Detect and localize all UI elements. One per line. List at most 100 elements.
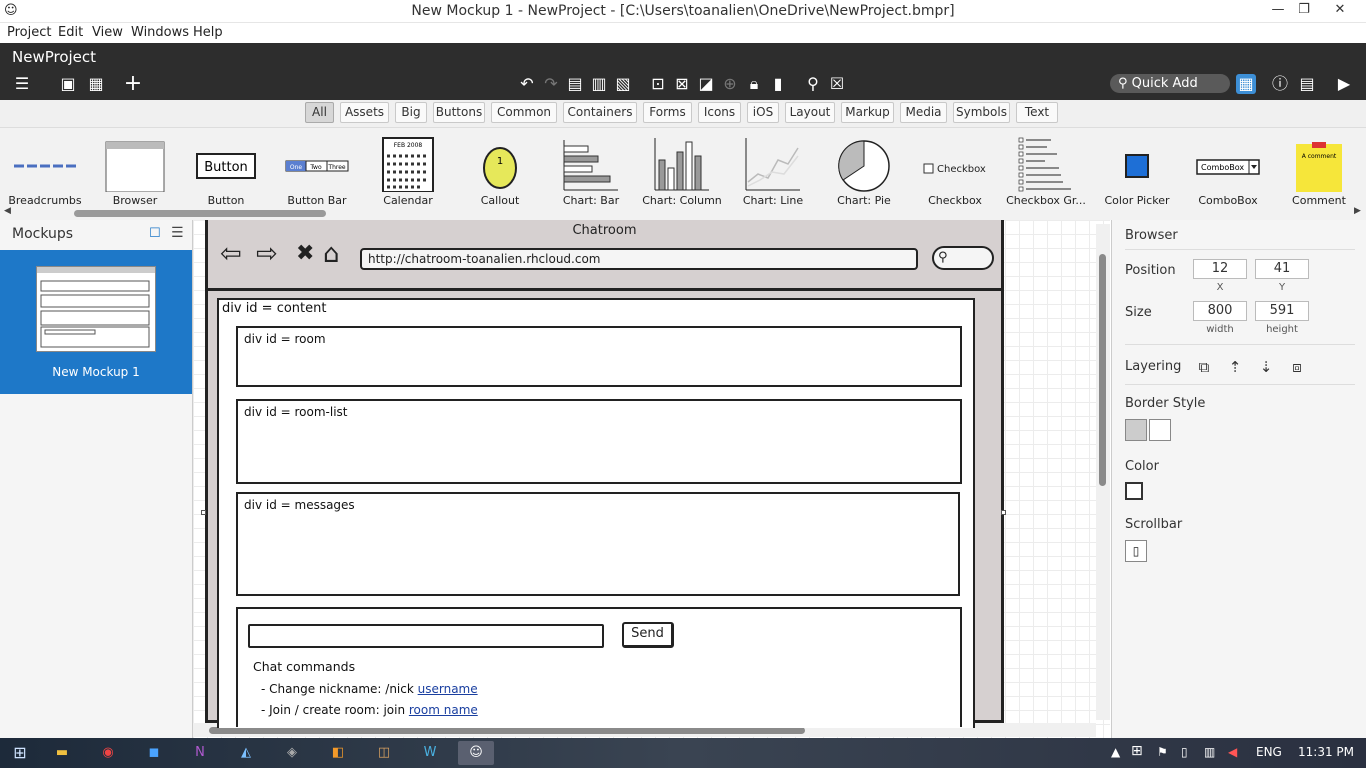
- browser-mockup[interactable]: Chatroom ⇦ ⇨ ✖ ⌂ http://chatroom-toanali…: [205, 220, 1004, 728]
- minimize-button[interactable]: —: [1264, 0, 1292, 22]
- group-icon[interactable]: ⊡: [648, 74, 668, 94]
- app-icon[interactable]: W: [412, 741, 448, 765]
- clock[interactable]: 11:31 PM: [1298, 745, 1354, 759]
- cat-text[interactable]: Text: [1016, 102, 1058, 123]
- scroll-right-icon[interactable]: ▶: [1354, 206, 1361, 216]
- chrome-icon[interactable]: ◉: [90, 741, 126, 765]
- lib-chart-bar[interactable]: Chart: Bar: [546, 128, 636, 208]
- maximize-button[interactable]: ❐: [1290, 0, 1318, 22]
- send-backward-icon[interactable]: ⇣: [1256, 357, 1276, 377]
- cat-symbols[interactable]: Symbols: [953, 102, 1010, 123]
- paste-icon[interactable]: ▧: [613, 74, 633, 94]
- bring-forward-icon[interactable]: ⇡: [1225, 357, 1245, 377]
- border-style-sketch-button[interactable]: [1149, 419, 1171, 441]
- grid-view-icon[interactable]: ▦: [86, 74, 106, 94]
- cat-big[interactable]: Big: [395, 102, 427, 123]
- scroll-left-icon[interactable]: ◀: [4, 206, 11, 216]
- color-swatch[interactable]: [1125, 482, 1143, 500]
- lib-calendar[interactable]: FEB 2008 Calendar: [363, 128, 453, 208]
- library-scrollbar[interactable]: [74, 210, 326, 217]
- lib-browser[interactable]: Browser: [90, 128, 180, 208]
- cat-markup[interactable]: Markup: [841, 102, 894, 123]
- lock-icon[interactable]: 🔒︎: [744, 74, 764, 94]
- quick-add-input[interactable]: ⚲ Quick Add: [1110, 74, 1230, 93]
- mockup-item[interactable]: New Mockup 1: [0, 250, 192, 394]
- menu-project[interactable]: Project: [7, 25, 51, 40]
- battery-icon[interactable]: ▯: [1181, 745, 1188, 759]
- language-indicator[interactable]: ENG: [1256, 745, 1282, 759]
- menu-help[interactable]: Help: [193, 25, 223, 40]
- resize-handle-left[interactable]: [201, 510, 206, 515]
- info-icon[interactable]: ⓘ: [1270, 74, 1290, 94]
- cat-common[interactable]: Common: [491, 102, 557, 123]
- vertical-scroll-thumb[interactable]: [1099, 254, 1106, 486]
- lib-comment[interactable]: A comment Comment: [1274, 128, 1364, 208]
- flag-icon[interactable]: ⚑: [1157, 745, 1168, 759]
- cat-layout[interactable]: Layout: [785, 102, 835, 123]
- close-button[interactable]: ✕: [1326, 0, 1354, 22]
- cat-containers[interactable]: Containers: [563, 102, 637, 123]
- cat-buttons[interactable]: Buttons: [433, 102, 485, 123]
- onenote-icon[interactable]: N: [182, 741, 218, 765]
- cut-icon[interactable]: ▤: [565, 74, 585, 94]
- lib-button[interactable]: Button Button: [181, 128, 271, 208]
- windows-icon[interactable]: ⊞: [1131, 743, 1143, 759]
- app-icon[interactable]: ◫: [366, 741, 402, 765]
- notes-icon[interactable]: ▤: [1297, 74, 1317, 94]
- balsamiq-icon[interactable]: ☺: [458, 741, 494, 765]
- position-y-input[interactable]: 41: [1255, 259, 1309, 279]
- lib-callout[interactable]: 1 Callout: [455, 128, 545, 208]
- panel-toggle-icon[interactable]: ▣: [58, 74, 78, 94]
- lib-chart-pie[interactable]: Chart: Pie: [819, 128, 909, 208]
- align-icon[interactable]: ⊕: [720, 74, 740, 94]
- horizontal-scroll-thumb[interactable]: [209, 727, 805, 734]
- delete-icon[interactable]: ▮: [768, 74, 788, 94]
- copy-icon[interactable]: ▥: [589, 74, 609, 94]
- file-explorer-icon[interactable]: ▬: [44, 741, 80, 765]
- lib-breadcrumbs[interactable]: Breadcrumbs: [0, 128, 90, 208]
- cat-icons[interactable]: Icons: [698, 102, 741, 123]
- single-view-icon[interactable]: ☐: [149, 226, 161, 241]
- tray-arrow-icon[interactable]: ▲: [1111, 745, 1120, 759]
- cat-assets[interactable]: Assets: [340, 102, 389, 123]
- zalo-icon[interactable]: ◼: [136, 741, 172, 765]
- ungroup-icon[interactable]: ⊠: [672, 74, 692, 94]
- menu-edit[interactable]: Edit: [58, 25, 83, 40]
- resize-handle-right[interactable]: [1001, 510, 1006, 515]
- undo-icon[interactable]: ↶: [517, 74, 537, 94]
- cat-media[interactable]: Media: [900, 102, 947, 123]
- cat-all[interactable]: All: [305, 102, 334, 123]
- menu-view[interactable]: View: [92, 25, 123, 40]
- cat-ios[interactable]: iOS: [747, 102, 779, 123]
- start-windows-icon[interactable]: ⊞: [2, 741, 38, 765]
- hamburger-menu-icon[interactable]: ☰: [12, 74, 32, 94]
- lib-chart-line[interactable]: Chart: Line: [728, 128, 818, 208]
- app-icon[interactable]: ◈: [274, 741, 310, 765]
- height-input[interactable]: 591: [1255, 301, 1309, 321]
- scrollbar-toggle-icon[interactable]: ▯: [1125, 540, 1147, 562]
- send-to-back-icon[interactable]: ⧈: [1287, 357, 1307, 377]
- lib-checkbox-group[interactable]: Checkbox Gr...: [1001, 128, 1091, 208]
- bring-to-front-icon[interactable]: ⧉: [1194, 357, 1214, 377]
- lib-button-bar[interactable]: One Two Three Button Bar: [272, 128, 362, 208]
- app-icon[interactable]: ◧: [320, 741, 356, 765]
- lib-combobox[interactable]: ComboBox ComboBox: [1183, 128, 1273, 208]
- quick-add-toggle-icon[interactable]: ▦: [1236, 74, 1256, 94]
- clear-icon[interactable]: ☒: [827, 74, 847, 94]
- width-input[interactable]: 800: [1193, 301, 1247, 321]
- position-x-input[interactable]: 12: [1193, 259, 1247, 279]
- lib-checkbox[interactable]: Checkbox Checkbox: [910, 128, 1000, 208]
- redo-icon[interactable]: ↷: [541, 74, 561, 94]
- cat-forms[interactable]: Forms: [643, 102, 692, 123]
- network-icon[interactable]: ▥: [1204, 745, 1215, 759]
- volume-icon[interactable]: ◀: [1228, 745, 1237, 759]
- lib-chart-column[interactable]: Chart: Column: [637, 128, 727, 208]
- presentation-icon[interactable]: ▶: [1334, 74, 1354, 94]
- lib-color-picker[interactable]: Color Picker: [1092, 128, 1182, 208]
- add-icon[interactable]: +: [123, 73, 143, 95]
- arrange-icon[interactable]: ◪: [696, 74, 716, 94]
- list-view-icon[interactable]: ☰: [171, 225, 184, 241]
- app-icon[interactable]: ◭: [228, 741, 264, 765]
- menu-windows[interactable]: Windows: [131, 25, 189, 40]
- canvas-vertical-scrollbar[interactable]: [1096, 224, 1110, 720]
